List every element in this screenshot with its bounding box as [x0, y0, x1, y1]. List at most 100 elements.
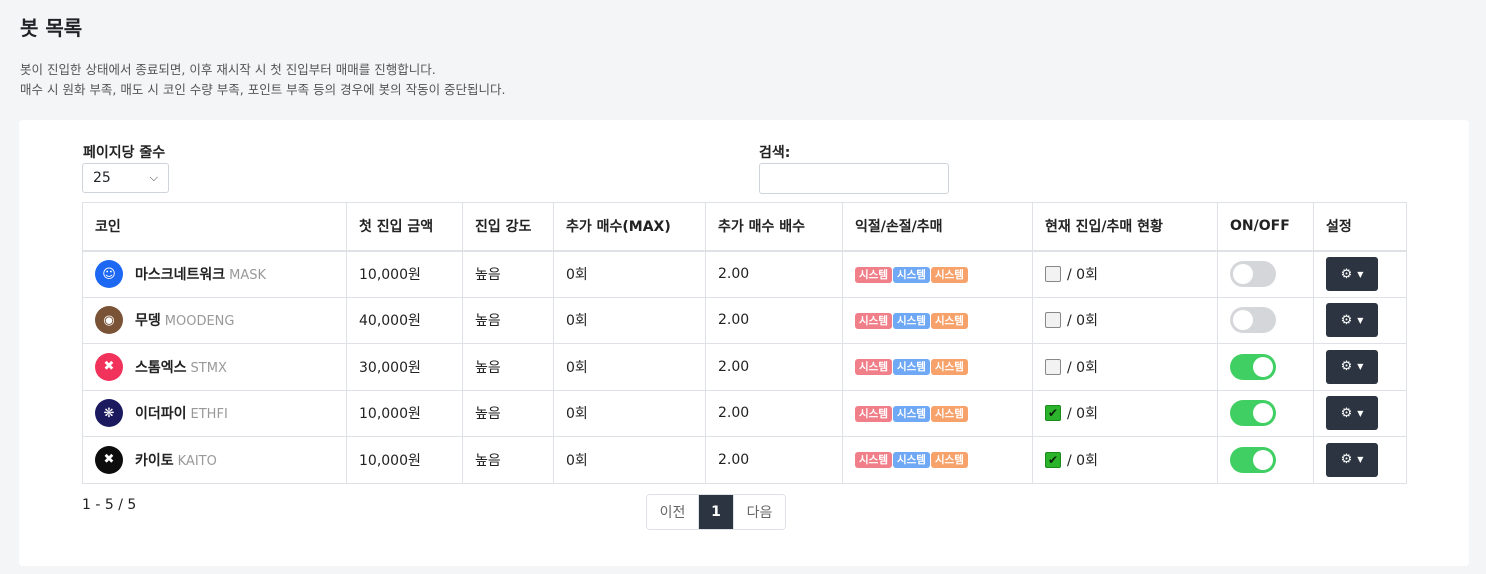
coin-cell: ☺ 마스크네트워크 MASK	[82, 250, 347, 298]
table-info: 1 - 5 / 5	[82, 497, 137, 513]
coin-cell: ❋ 이더파이 ETHFI	[82, 389, 347, 437]
settings-dropdown-button[interactable]: ⚙ ▼	[1326, 303, 1378, 338]
additional-buy-multiplier: 2.00	[705, 436, 843, 484]
coin-name: 마스크네트워크	[135, 267, 226, 283]
coin-logo-icon: ◉	[95, 306, 123, 335]
column-header[interactable]: 추가 매수(MAX)	[553, 202, 706, 252]
table-row: ☺ 마스크네트워크 MASK 10,000원 높음 0회 2.00 시스템 시스템 시…	[82, 250, 1407, 298]
tag-badge: 시스템	[892, 266, 930, 283]
entry-status-cell: / 0회	[1032, 296, 1218, 344]
page-length-value: 25	[93, 170, 111, 186]
column-header[interactable]: 현재 진입/추매 현황	[1032, 202, 1218, 252]
tag-badge: 시스템	[930, 312, 968, 329]
toggle-knob	[1253, 449, 1273, 470]
tag-badge: 시스템	[855, 405, 892, 422]
entry-status-cell: / 0회	[1032, 250, 1218, 298]
additional-buy-multiplier: 2.00	[705, 343, 843, 391]
additional-buy-multiplier: 2.00	[705, 250, 843, 298]
on-off-toggle[interactable]	[1230, 353, 1276, 380]
first-entry-amount: 10,000원	[346, 389, 463, 437]
settings-dropdown-button[interactable]: ⚙ ▼	[1326, 396, 1378, 431]
gear-icon: ⚙	[1340, 359, 1353, 375]
checkmark-icon: ✔	[1045, 451, 1061, 468]
toggle-knob	[1233, 310, 1253, 331]
entry-strength: 높음	[462, 296, 554, 344]
on-off-toggle[interactable]	[1230, 261, 1276, 287]
settings-cell: ⚙ ▼	[1313, 250, 1407, 298]
settings-dropdown-button[interactable]: ⚙ ▼	[1326, 349, 1378, 384]
coin-logo-icon: ✖	[95, 445, 123, 474]
coin-cell: ◉ 무뎅 MOODENG	[82, 296, 347, 344]
entry-count: / 0회	[1067, 406, 1098, 423]
first-entry-amount: 10,000원	[346, 250, 463, 298]
first-entry-amount: 30,000원	[346, 343, 463, 391]
settings-dropdown-button[interactable]: ⚙ ▼	[1326, 257, 1378, 291]
additional-buy-multiplier: 2.00	[705, 296, 843, 344]
checkbox-icon	[1045, 312, 1061, 329]
settings-cell: ⚙ ▼	[1313, 296, 1407, 344]
coin-symbol: STMX	[190, 360, 227, 376]
coin-symbol: KAITO	[177, 453, 217, 469]
tag-badge: 시스템	[892, 452, 930, 469]
checkbox-icon	[1045, 358, 1061, 375]
caret-down-icon: ▼	[1357, 362, 1364, 372]
gear-icon: ⚙	[1340, 405, 1353, 421]
max-additional-buys: 0회	[553, 436, 706, 484]
gear-icon: ⚙	[1340, 452, 1353, 468]
search-label: 검색:	[759, 145, 791, 161]
tag-badge: 시스템	[930, 405, 968, 422]
entry-count: / 0회	[1067, 359, 1098, 376]
entry-count: / 0회	[1067, 313, 1098, 330]
toggle-knob	[1253, 356, 1273, 377]
coin-symbol: MASK	[229, 268, 267, 283]
column-header[interactable]: 설정	[1313, 202, 1407, 252]
table-row: ✖ 스톰엑스 STMX 30,000원 높음 0회 2.00 시스템 시스템 시스템 …	[82, 343, 1407, 391]
toggle-knob	[1253, 403, 1273, 424]
tp-sl-dca-cell: 시스템 시스템 시스템	[842, 343, 1033, 391]
on-off-toggle[interactable]	[1230, 400, 1276, 427]
entry-strength: 높음	[462, 250, 554, 298]
tp-sl-dca-cell: 시스템 시스템 시스템	[842, 250, 1033, 298]
coin-logo-icon: ✖	[95, 352, 123, 381]
prev-page-button[interactable]: 이전	[647, 495, 699, 529]
coin-name: 무뎅	[135, 313, 161, 330]
column-header[interactable]: 첫 진입 금액	[346, 202, 463, 252]
max-additional-buys: 0회	[553, 296, 706, 344]
column-header[interactable]: 추가 매수 배수	[705, 202, 843, 252]
on-off-toggle[interactable]	[1230, 446, 1276, 473]
column-header[interactable]: 코인	[82, 202, 347, 252]
settings-dropdown-button[interactable]: ⚙ ▼	[1326, 442, 1378, 477]
tag-badge: 시스템	[855, 266, 892, 283]
next-page-button[interactable]: 다음	[733, 495, 785, 529]
page-length-select[interactable]: 25 ⌵	[82, 163, 169, 193]
page-1-button[interactable]: 1	[699, 495, 733, 529]
tp-sl-dca-cell: 시스템 시스템 시스템	[842, 436, 1033, 484]
caret-down-icon: ▼	[1357, 455, 1364, 465]
column-header[interactable]: 진입 강도	[462, 202, 554, 252]
tag-badge: 시스템	[855, 312, 892, 329]
tag-badge: 시스템	[892, 359, 930, 376]
column-header[interactable]: ON/OFF	[1217, 202, 1314, 252]
tp-sl-dca-cell: 시스템 시스템 시스템	[842, 296, 1033, 344]
caret-down-icon: ▼	[1357, 315, 1364, 325]
coin-name: 카이토	[135, 452, 174, 469]
coin-cell: ✖ 스톰엑스 STMX	[82, 343, 347, 391]
on-off-cell	[1217, 296, 1314, 344]
tag-badge: 시스템	[892, 405, 930, 422]
bot-list-card: 페이지당 줄수 25 ⌵ 검색: 코인 첫 진입 금액 진입 강도 추가 매수(MAX…	[19, 120, 1469, 566]
entry-status-cell: ✔ / 0회	[1032, 389, 1218, 437]
pagination: 이전 1 다음	[646, 494, 786, 530]
toggle-knob	[1233, 264, 1253, 284]
coin-logo-icon: ☺	[95, 260, 123, 288]
caret-down-icon: ▼	[1357, 269, 1364, 279]
page-title: 봇 목록	[20, 16, 83, 40]
on-off-toggle[interactable]	[1230, 307, 1276, 334]
entry-strength: 높음	[462, 389, 554, 437]
description-line-2: 매수 시 원화 부족, 매도 시 코인 수량 부족, 포인트 부족 등의 경우에…	[20, 82, 506, 97]
entry-count: / 0회	[1067, 267, 1098, 283]
column-header[interactable]: 익절/손절/추매	[842, 202, 1033, 252]
search-input[interactable]	[759, 163, 949, 194]
coin-name: 스톰엑스	[135, 359, 187, 376]
checkbox-icon	[1045, 266, 1061, 282]
chevron-down-icon: ⌵	[149, 171, 158, 184]
